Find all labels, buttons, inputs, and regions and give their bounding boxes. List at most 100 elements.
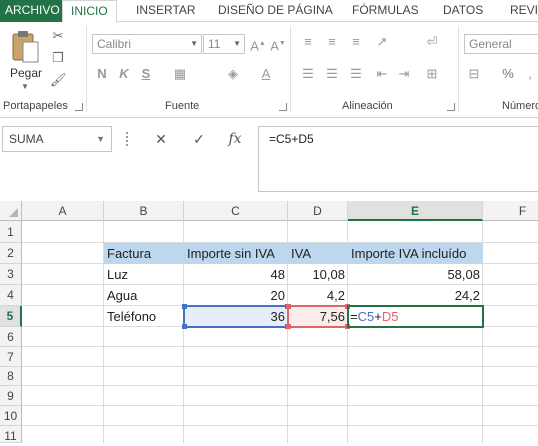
- formula-bar-grip[interactable]: [126, 132, 129, 146]
- column-header-e[interactable]: E: [348, 201, 483, 221]
- align-bottom-icon[interactable]: ≡: [348, 34, 364, 50]
- cell-e2[interactable]: Importe IVA incluído: [348, 243, 483, 264]
- font-color-icon[interactable]: A: [258, 66, 274, 82]
- column-header-a[interactable]: A: [22, 201, 104, 221]
- row-header-8[interactable]: 8: [0, 367, 22, 386]
- insert-function-button[interactable]: fx: [220, 128, 250, 150]
- gridline: [22, 366, 538, 367]
- row-header-11[interactable]: 11: [0, 426, 22, 443]
- fill-color-icon[interactable]: ◈: [225, 66, 241, 82]
- row-header-4[interactable]: 4: [0, 285, 22, 306]
- comma-style-icon[interactable]: ,: [522, 66, 538, 82]
- cell-c5[interactable]: 36: [184, 306, 288, 327]
- bold-button[interactable]: N: [95, 66, 109, 82]
- grow-font-icon[interactable]: A▲: [250, 36, 266, 54]
- cell-b2[interactable]: Factura: [104, 243, 184, 264]
- font-name-combo[interactable]: Calibri ▼: [92, 34, 202, 54]
- cell-e5-formula[interactable]: =C5+D5: [348, 306, 483, 327]
- underline-button[interactable]: S: [139, 66, 153, 82]
- select-all-button[interactable]: [0, 201, 22, 221]
- formula-input[interactable]: =C5+D5: [258, 126, 538, 192]
- accounting-format-icon[interactable]: ⊟: [466, 66, 482, 82]
- row-header-3[interactable]: 3: [0, 264, 22, 285]
- row-header-5[interactable]: 5: [0, 306, 22, 327]
- cell-c2[interactable]: Importe sin IVA: [184, 243, 288, 264]
- group-separator: [458, 26, 459, 112]
- number-format-combo[interactable]: General: [464, 34, 538, 54]
- worksheet-grid: A B C D E F 1 2 3 4 5 6 7 8 9 10 11 Fact…: [0, 201, 538, 443]
- alignment-launcher-icon[interactable]: [447, 103, 455, 111]
- percent-button[interactable]: %: [500, 66, 516, 82]
- clipboard-launcher-icon[interactable]: [75, 103, 83, 111]
- orientation-icon[interactable]: ↗: [374, 34, 390, 50]
- group-label-alignment: Alineación: [342, 100, 393, 112]
- cell-d2[interactable]: IVA: [288, 243, 348, 264]
- font-launcher-icon[interactable]: [279, 103, 287, 111]
- column-header-d[interactable]: D: [288, 201, 348, 221]
- chevron-down-icon: ▼: [190, 39, 198, 48]
- formula-ref-c5: C5: [357, 309, 375, 324]
- tab-inicio[interactable]: INICIO: [62, 0, 117, 23]
- align-center-icon[interactable]: ☰: [324, 66, 340, 82]
- cancel-button[interactable]: ✕: [146, 128, 176, 150]
- align-top-icon[interactable]: ≡: [300, 34, 316, 50]
- decrease-indent-icon[interactable]: ⇤: [374, 66, 390, 82]
- cell-e3[interactable]: 58,08: [348, 264, 483, 285]
- enter-button[interactable]: ✓: [184, 128, 214, 150]
- name-box[interactable]: SUMA ▼: [2, 126, 112, 152]
- number-format-value: General: [469, 37, 512, 51]
- gridline: [22, 346, 538, 347]
- row-header-1[interactable]: 1: [0, 221, 22, 243]
- format-painter-icon[interactable]: 🖌: [50, 72, 67, 88]
- shrink-font-icon[interactable]: A▼: [270, 36, 286, 54]
- tab-formulas[interactable]: FÓRMULAS: [352, 0, 419, 22]
- column-header-f[interactable]: F: [483, 201, 538, 221]
- column-header-b[interactable]: B: [104, 201, 184, 221]
- italic-button[interactable]: K: [117, 66, 131, 82]
- copy-icon[interactable]: ❐: [50, 50, 66, 66]
- tab-insertar[interactable]: INSERTAR: [136, 0, 196, 22]
- cell-e4[interactable]: 24,2: [348, 285, 483, 306]
- align-left-icon[interactable]: ☰: [300, 66, 316, 82]
- group-separator: [86, 26, 87, 112]
- group-label-font: Fuente: [165, 100, 200, 112]
- cell-d4[interactable]: 4,2: [288, 285, 348, 306]
- gridline: [22, 385, 538, 386]
- cell-c4[interactable]: 20: [184, 285, 288, 306]
- chevron-down-icon: ▼: [233, 39, 241, 48]
- tab-revisar[interactable]: REVIS: [510, 0, 538, 22]
- paste-icon: [12, 31, 39, 63]
- cell-c3[interactable]: 48: [184, 264, 288, 285]
- formula-operator: +: [374, 309, 382, 324]
- row-header-7[interactable]: 7: [0, 347, 22, 367]
- chevron-down-icon: ▼: [96, 134, 105, 144]
- column-header-c[interactable]: C: [184, 201, 288, 221]
- borders-icon[interactable]: ▦: [172, 66, 188, 82]
- cell-b4[interactable]: Agua: [104, 285, 184, 306]
- cell-d3[interactable]: 10,08: [288, 264, 348, 285]
- row-header-10[interactable]: 10: [0, 406, 22, 426]
- row-header-6[interactable]: 6: [0, 327, 22, 347]
- row-header-2[interactable]: 2: [0, 243, 22, 264]
- merge-center-icon[interactable]: ⊞: [424, 66, 440, 82]
- formula-text: =C5+D5: [269, 132, 314, 146]
- font-size-combo[interactable]: 11 ▼: [203, 34, 245, 54]
- cell-b3[interactable]: Luz: [104, 264, 184, 285]
- ribbon-tabs: ARCHIVO INICIO INSERTAR DISEÑO DE PÁGINA…: [0, 0, 538, 23]
- align-middle-icon[interactable]: ≡: [324, 34, 340, 50]
- align-right-icon[interactable]: ☰: [348, 66, 364, 82]
- wrap-text-icon[interactable]: ⏎: [424, 34, 440, 50]
- increase-indent-icon[interactable]: ⇥: [396, 66, 412, 82]
- cut-icon[interactable]: ✂: [50, 28, 66, 44]
- tab-diseno-de-pagina[interactable]: DISEÑO DE PÁGINA: [218, 0, 333, 22]
- gridline: [22, 405, 538, 406]
- tab-archivo[interactable]: ARCHIVO: [0, 0, 65, 22]
- cell-d5[interactable]: 7,56: [288, 306, 348, 327]
- cell-b5[interactable]: Teléfono: [104, 306, 184, 327]
- ribbon: Pegar ▼ ✂ ❐ 🖌 Portapapeles Calibri ▼ 11 …: [0, 22, 538, 118]
- chevron-down-icon: ▼: [21, 82, 29, 91]
- row-header-9[interactable]: 9: [0, 386, 22, 406]
- group-label-number: Número: [502, 100, 538, 112]
- paste-button[interactable]: Pegar ▼: [6, 28, 44, 91]
- tab-datos[interactable]: DATOS: [443, 0, 483, 22]
